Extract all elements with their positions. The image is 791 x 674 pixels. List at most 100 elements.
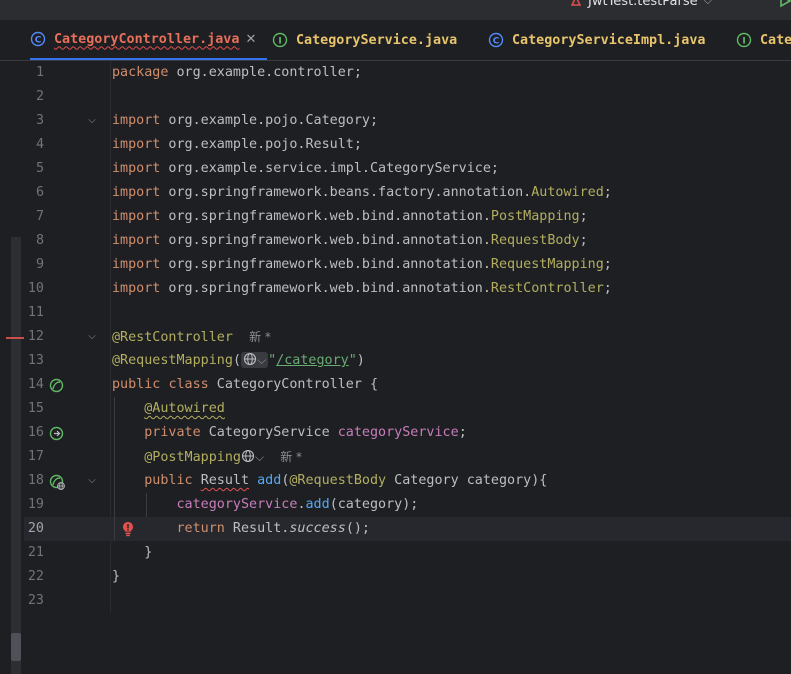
line-number: 15 xyxy=(27,401,44,416)
code-text: categoryService.add(category); xyxy=(176,497,419,512)
code-line: 13 @RequestMapping(⌵ "/category") xyxy=(24,349,791,373)
code-line: 15 @Autowired xyxy=(24,397,791,421)
fold-icon[interactable]: ⌵ xyxy=(86,469,98,493)
svg-text:C: C xyxy=(493,37,500,47)
line-number: 16 xyxy=(27,425,44,440)
line-number: 11 xyxy=(27,305,44,320)
svg-text:I: I xyxy=(742,37,745,47)
globe-icon[interactable] xyxy=(241,449,255,463)
line-number: 13 xyxy=(27,353,44,368)
chevron-down-icon: ⌵ xyxy=(255,450,265,464)
line-number: 3 xyxy=(35,113,44,128)
line-number: 1 xyxy=(35,65,44,80)
code-line: 11 xyxy=(24,301,791,325)
code-text: import org.example.pojo.Result; xyxy=(112,137,362,152)
author-inlay-hint[interactable]: 新 * xyxy=(249,330,271,344)
fold-icon[interactable]: ⌵ xyxy=(86,109,98,133)
interface-icon: I xyxy=(272,32,288,48)
code-line: 9 import org.springframework.web.bind.an… xyxy=(24,253,791,277)
code-line: 6 import org.springframework.beans.facto… xyxy=(24,181,791,205)
code-line: 14 public class CategoryController { xyxy=(24,373,791,397)
code-text: public class CategoryController { xyxy=(112,377,379,392)
run-configuration-label: JwtTest.testParse xyxy=(588,0,698,9)
line-number: 8 xyxy=(35,233,44,248)
endpoint-globe-icon[interactable] xyxy=(57,482,65,490)
code-text: @RestController 新 * xyxy=(112,330,271,345)
tab-category-service[interactable]: I CategoryService.java xyxy=(272,20,457,60)
code-text: import org.example.service.impl.Category… xyxy=(112,161,499,176)
code-text: import org.springframework.web.bind.anno… xyxy=(112,281,612,296)
line-number: 20 xyxy=(27,521,44,536)
line-number: 18 xyxy=(27,473,44,488)
code-line: 19 categoryService.add(category); xyxy=(24,493,791,517)
code-text: } xyxy=(112,569,121,584)
fold-icon[interactable]: ⌵ xyxy=(86,325,98,349)
code-line: 10 import org.springframework.web.bind.a… xyxy=(24,277,791,301)
code-line: 5 import org.example.service.impl.Catego… xyxy=(24,157,791,181)
chevron-down-icon: ⌵ xyxy=(703,0,712,7)
line-number: 23 xyxy=(27,593,44,608)
error-stripe-marker[interactable] xyxy=(6,337,24,339)
code-text: @Autowired xyxy=(144,401,225,416)
line-number: 9 xyxy=(35,257,44,272)
url-link[interactable]: /category xyxy=(276,353,349,368)
code-text: import org.example.pojo.Category; xyxy=(112,113,379,128)
code-line: 17 @PostMapping ⌵ 新 * xyxy=(24,445,791,469)
author-inlay-hint[interactable]: 新 * xyxy=(280,450,302,464)
code-line: 4 import org.example.pojo.Result; xyxy=(24,133,791,157)
line-number: 7 xyxy=(35,209,44,224)
url-inlay-chip[interactable]: ⌵ xyxy=(241,352,269,368)
svg-text:C: C xyxy=(35,36,42,46)
line-number: 19 xyxy=(27,497,44,512)
globe-icon xyxy=(243,352,257,366)
line-number: 17 xyxy=(27,449,44,464)
autowired-navigate-icon[interactable] xyxy=(49,426,64,441)
line-number: 2 xyxy=(35,89,44,104)
code-line: 18 ⌵ public Result add(@RequestBody Cate… xyxy=(24,469,791,493)
close-icon[interactable]: ✕ xyxy=(245,32,256,47)
code-text: import org.springframework.beans.factory… xyxy=(112,185,612,200)
code-text: return Result.success(); xyxy=(176,521,371,536)
code-line: 12 ⌵ @RestController 新 * xyxy=(24,325,791,349)
run-icon[interactable] xyxy=(778,0,791,8)
tab-category-service-impl[interactable]: C CategoryServiceImpl.java xyxy=(488,20,705,60)
code-text: package org.example.controller; xyxy=(112,65,362,80)
tab-label: CategoryService.java xyxy=(296,32,458,48)
code-editor[interactable]: 1 package org.example.controller; 2 3 ⌵ … xyxy=(24,61,791,613)
chevron-down-icon: ⌵ xyxy=(257,353,267,367)
code-text: import org.springframework.web.bind.anno… xyxy=(112,257,612,272)
code-line: 1 package org.example.controller; xyxy=(24,61,791,85)
code-line: 16 private CategoryService categoryServi… xyxy=(24,421,791,445)
code-line: 2 xyxy=(24,85,791,109)
code-text: import org.springframework.web.bind.anno… xyxy=(112,209,588,224)
line-number: 5 xyxy=(35,161,44,176)
line-number: 6 xyxy=(35,185,44,200)
tab-category-controller[interactable]: C CategoryController.java ✕ xyxy=(30,20,267,60)
class-icon: C xyxy=(488,32,504,48)
line-number: 14 xyxy=(27,377,44,392)
code-line: 21 } xyxy=(24,541,791,565)
code-text: private CategoryService categoryService; xyxy=(144,425,467,440)
code-line-current: 20 return Result.success(); xyxy=(24,517,791,541)
test-config-icon xyxy=(570,0,582,6)
left-tool-strip xyxy=(0,61,25,674)
line-number: 4 xyxy=(35,137,44,152)
code-text: public Result add(@RequestBody Category … xyxy=(144,473,548,488)
scrollbar-handle[interactable] xyxy=(11,633,21,661)
code-line: 23 xyxy=(24,589,791,613)
line-number: 12 xyxy=(27,329,44,344)
toolbar: JwtTest.testParse ⌵ xyxy=(0,0,791,21)
interface-icon: I xyxy=(736,32,752,48)
structure-scrollbar[interactable] xyxy=(11,237,21,674)
editor-tab-bar: C CategoryController.java ✕ I CategorySe… xyxy=(0,20,791,61)
run-configuration-selector[interactable]: JwtTest.testParse ⌵ xyxy=(570,0,712,10)
tab-category-mapper[interactable]: I Cate xyxy=(736,20,791,60)
tab-label: Cate xyxy=(760,32,791,48)
code-text: @RequestMapping(⌵ "/category") xyxy=(112,352,365,368)
line-number: 21 xyxy=(27,545,44,560)
bean-icon[interactable] xyxy=(49,378,64,393)
svg-text:I: I xyxy=(278,37,281,47)
tab-label: CategoryServiceImpl.java xyxy=(512,32,706,48)
line-number: 22 xyxy=(27,569,44,584)
code-text: import org.springframework.web.bind.anno… xyxy=(112,233,588,248)
